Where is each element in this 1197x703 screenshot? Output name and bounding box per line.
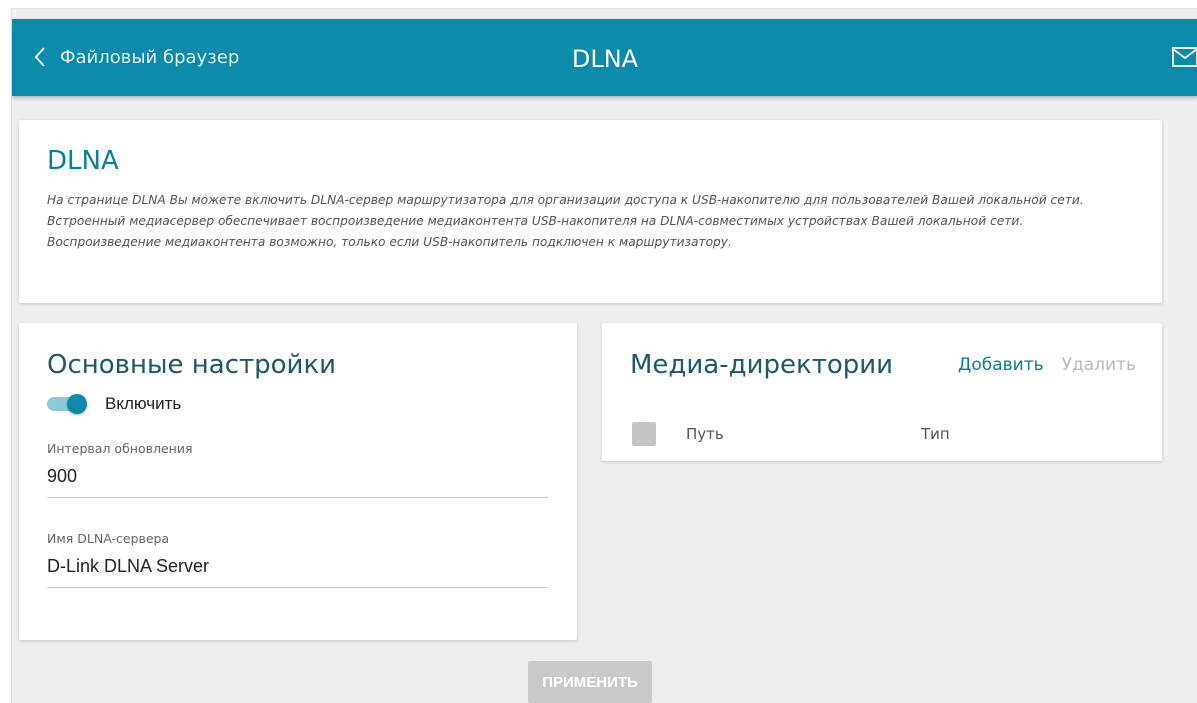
media-directories-title: Медиа-директории bbox=[630, 350, 894, 380]
info-description: На странице DLNA Вы можете включить DLNA… bbox=[47, 190, 1147, 253]
media-directories-card: Медиа-директории Добавить Удалить Путь Т… bbox=[602, 323, 1162, 461]
info-line: Встроенный медиасервер обеспечивает восп… bbox=[47, 214, 1024, 228]
toggle-knob bbox=[67, 394, 87, 414]
select-all-checkbox[interactable] bbox=[632, 422, 656, 446]
apply-button[interactable]: ПРИМЕНИТЬ bbox=[528, 661, 652, 703]
basic-settings-title: Основные настройки bbox=[47, 350, 337, 380]
server-name-field: Имя DLNA-сервера bbox=[47, 531, 548, 588]
interval-field: Интервал обновления bbox=[47, 441, 548, 498]
info-title: DLNA bbox=[47, 146, 119, 176]
page-frame: Файловый браузер DLNA DLNA На странице D… bbox=[11, 8, 1197, 703]
info-card: DLNA На странице DLNA Вы можете включить… bbox=[19, 120, 1162, 303]
basic-settings-card: Основные настройки Включить Интервал обн… bbox=[19, 323, 577, 640]
delete-button[interactable]: Удалить bbox=[1062, 355, 1136, 375]
toggle-switch[interactable] bbox=[47, 394, 87, 414]
server-name-input[interactable] bbox=[47, 556, 548, 588]
server-name-label: Имя DLNA-сервера bbox=[47, 531, 170, 546]
mail-icon[interactable] bbox=[1172, 47, 1197, 71]
enable-label: Включить bbox=[105, 394, 182, 413]
add-button[interactable]: Добавить bbox=[958, 355, 1044, 375]
interval-input[interactable] bbox=[47, 466, 548, 498]
table-header: Путь Тип bbox=[632, 421, 1132, 447]
page-title: DLNA bbox=[571, 45, 639, 73]
column-header-path: Путь bbox=[686, 425, 724, 443]
column-header-type: Тип bbox=[921, 425, 950, 443]
enable-toggle[interactable]: Включить bbox=[47, 394, 181, 414]
info-line: Воспроизведение медиаконтента возможно, … bbox=[47, 235, 732, 249]
media-actions: Добавить Удалить bbox=[958, 355, 1136, 375]
info-line: На странице DLNA Вы можете включить DLNA… bbox=[47, 193, 1084, 207]
top-bar: Файловый браузер DLNA bbox=[12, 19, 1197, 96]
interval-label: Интервал обновления bbox=[47, 441, 193, 456]
